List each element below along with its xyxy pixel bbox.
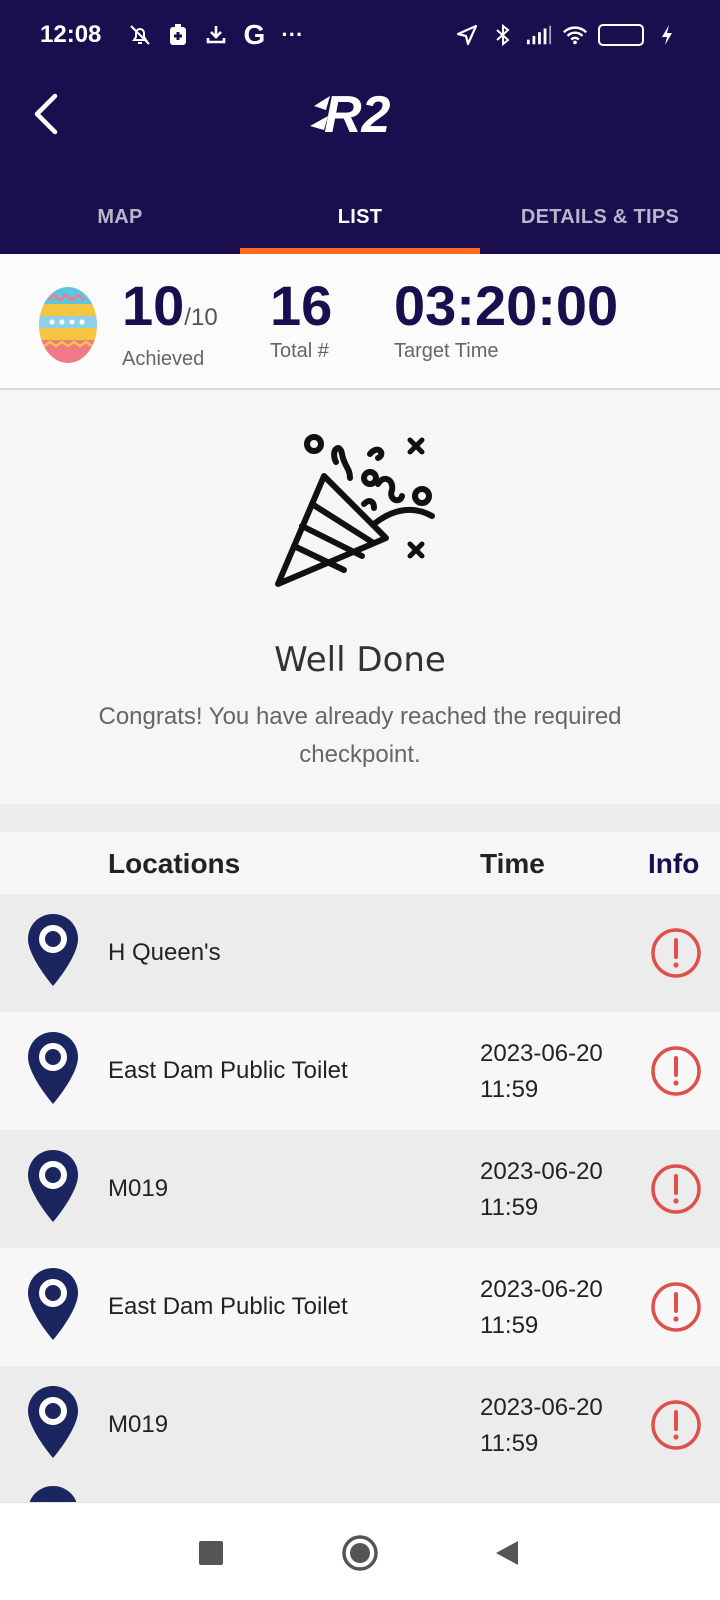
achieved-label: Achieved (122, 348, 205, 370)
total-value: 16 (270, 274, 333, 337)
signal-icon (526, 22, 552, 48)
charging-bolt-icon (654, 22, 680, 48)
triangle-back-icon (496, 1541, 518, 1565)
download-icon (203, 22, 229, 48)
location-arrow-icon (454, 22, 480, 48)
wifi-icon (562, 22, 588, 48)
list-item[interactable]: East Dam Public Toilet 2023-06-20 11:59 (0, 1012, 720, 1130)
map-pin-icon (28, 1032, 78, 1104)
location-name: East Dam Public Toilet (108, 1057, 348, 1084)
stat-target-time: 03:20:00 Target Time (394, 278, 618, 363)
map-pin-icon (28, 1150, 78, 1222)
stat-achieved: 10/10 Achieved (122, 278, 218, 371)
party-popper-icon (274, 432, 446, 596)
system-nav-bar (0, 1502, 720, 1600)
list-item[interactable]: M019 2023-06-20 11:59 (0, 1366, 720, 1484)
well-done-title: Well Done (274, 640, 446, 680)
map-pin-icon (28, 1386, 78, 1458)
checkpoint-time: 2023-06-20 11:59 (480, 1040, 603, 1103)
list-item[interactable]: East Dam Public Toilet 2023-06-20 11:59 (0, 1248, 720, 1366)
status-bar: 12:08 G ··· 41 (0, 0, 720, 70)
tab-bar: MAP LIST DETAILS & TIPS (0, 180, 720, 254)
target-time-label: Target Time (394, 340, 499, 362)
map-pin-icon (28, 914, 78, 986)
header-locations: Locations (108, 848, 241, 879)
easter-egg-icon (38, 282, 98, 364)
location-name: H Queen's (108, 939, 221, 966)
locations-list: H Queen's East Dam Public Toilet 2023-06… (0, 894, 720, 1484)
map-pin-icon (28, 1268, 78, 1340)
alert-info-icon[interactable] (650, 1399, 702, 1451)
recent-apps-button[interactable] (189, 1531, 233, 1575)
home-circle-icon (342, 1535, 378, 1571)
stat-total: 16 Total # (270, 278, 332, 363)
location-name: M019 (108, 1411, 169, 1438)
status-right: 41 (454, 22, 680, 48)
battery-level: 41 (626, 27, 642, 43)
app-bar: R2 (0, 70, 720, 180)
section-divider (0, 804, 720, 832)
checkpoint-time: 2023-06-20 11:59 (480, 1276, 603, 1339)
checkpoint-time: 2023-06-20 11:59 (480, 1158, 603, 1221)
battery-icon: 41 (598, 24, 644, 46)
list-item-partial[interactable] (0, 1484, 720, 1502)
logo-text: R2 (324, 86, 391, 144)
stats-panel: 10/10 Achieved 16 Total # 03:20:00 Targe… (0, 254, 720, 390)
more-notifications-icon: ··· (281, 22, 304, 47)
bell-muted-icon (127, 22, 153, 48)
back-button[interactable] (22, 90, 70, 138)
r2-logo: R2 (308, 76, 412, 152)
home-button[interactable] (338, 1531, 382, 1575)
map-pin-icon (29, 1486, 77, 1502)
checkpoint-time: 2023-06-20 11:59 (480, 1394, 603, 1457)
square-icon (199, 1541, 223, 1565)
location-name: East Dam Public Toilet (108, 1293, 348, 1320)
tab-details-tips[interactable]: DETAILS & TIPS (480, 180, 720, 254)
medical-kit-icon (165, 22, 191, 48)
list-item[interactable]: M019 2023-06-20 11:59 (0, 1130, 720, 1248)
alert-info-icon[interactable] (650, 1163, 702, 1215)
alert-info-icon[interactable] (650, 927, 702, 979)
total-label: Total # (270, 340, 329, 362)
achieved-total: /10 (184, 304, 218, 331)
back-nav-button[interactable] (485, 1531, 529, 1575)
list-header: Locations Time Info (0, 832, 720, 894)
tab-map[interactable]: MAP (0, 180, 240, 254)
target-time-value: 03:20:00 (394, 274, 619, 337)
alert-info-icon[interactable] (650, 1281, 702, 1333)
tab-list[interactable]: LIST (240, 180, 480, 254)
list-item[interactable]: H Queen's (0, 894, 720, 1012)
alert-info-icon[interactable] (650, 1045, 702, 1097)
achieved-value: 10 (122, 274, 185, 337)
bluetooth-icon (490, 22, 516, 48)
congrats-panel: Well Done Congrats! You have already rea… (0, 392, 720, 804)
congrats-message: Congrats! You have already reached the r… (98, 703, 622, 768)
header-time: Time (480, 848, 545, 879)
location-name: M019 (108, 1175, 169, 1202)
google-icon: G (243, 19, 266, 50)
status-left: 12:08 G ··· (40, 19, 305, 50)
header-info: Info (648, 848, 700, 879)
chevron-left-icon (34, 93, 58, 135)
status-time: 12:08 (40, 21, 102, 48)
